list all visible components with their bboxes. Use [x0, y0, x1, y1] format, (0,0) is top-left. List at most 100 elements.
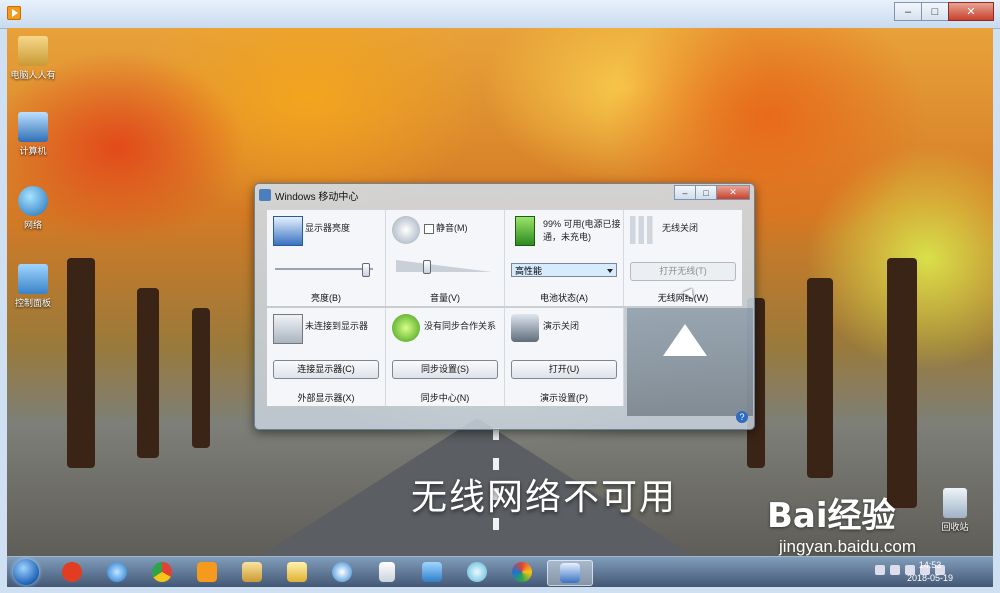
- mute-checkbox[interactable]: [424, 223, 434, 234]
- taskbar-app-jiang[interactable]: [57, 560, 87, 584]
- taskbar-app-projector[interactable]: [417, 560, 447, 584]
- taskbar-app-paint[interactable]: [327, 560, 357, 584]
- volume-slider-thumb[interactable]: [423, 260, 431, 274]
- taskbar-app-gear[interactable]: [462, 560, 492, 584]
- chrome-icon: [152, 562, 172, 582]
- dialog-titlebar: Windows 移动中心: [259, 186, 358, 204]
- presentation-footer[interactable]: 演示设置(P): [505, 391, 623, 404]
- battery-status: 99% 可用(电源已接通，未充电): [543, 219, 621, 242]
- battery-icon: [515, 216, 535, 246]
- taskbar-app-mobility-center[interactable]: [547, 560, 593, 586]
- taskbar-app-palette[interactable]: [507, 560, 537, 584]
- tile-volume: 静音(M) 音量(V): [386, 210, 505, 306]
- clock-date: 2018-05-19: [906, 573, 953, 583]
- tray-arrow-icon[interactable]: [875, 565, 885, 575]
- watermark-logo: Bai经验: [767, 496, 896, 536]
- minimize-button[interactable]: –: [894, 2, 922, 21]
- desktop-icon-label: 网络: [23, 220, 42, 230]
- wireless-status: 无线关闭: [662, 223, 699, 233]
- maximize-button[interactable]: □: [921, 2, 949, 21]
- taskbar-app-doc[interactable]: [372, 560, 402, 584]
- dialog-maximize-button[interactable]: □: [695, 185, 717, 200]
- computer-icon: [18, 112, 48, 142]
- folder-icon: [287, 562, 307, 582]
- tile-sync: 没有同步合作关系 同步设置(S) 同步中心(N): [386, 308, 505, 406]
- mute-label: 静音(M): [436, 223, 468, 233]
- sync-settings-button[interactable]: 同步设置(S): [392, 360, 498, 379]
- tray-network-icon[interactable]: [890, 565, 900, 575]
- media-player-icon: [197, 562, 217, 582]
- tree-trunk: [887, 258, 917, 508]
- wireless-signal-icon: [630, 216, 658, 244]
- projector-icon: [511, 314, 539, 342]
- volume-slider[interactable]: [396, 260, 492, 274]
- brightness-footer[interactable]: 亮度(B): [267, 291, 385, 304]
- explorer-icon: [242, 562, 262, 582]
- mobility-center-icon: [560, 563, 580, 583]
- power-plan-value: 高性能: [515, 266, 543, 276]
- mute-control[interactable]: 静音(M): [424, 222, 502, 235]
- empty-tile: [627, 308, 753, 416]
- tree-trunk: [192, 308, 210, 448]
- tree-trunk: [807, 278, 833, 478]
- speaker-icon: [392, 216, 420, 244]
- close-button[interactable]: ✕: [948, 2, 994, 21]
- brightness-slider[interactable]: [275, 263, 373, 277]
- desktop-icon-network[interactable]: 网络: [7, 186, 63, 231]
- volume-footer[interactable]: 音量(V): [386, 291, 504, 304]
- turn-on-wireless-button[interactable]: 打开无线(T): [630, 262, 736, 281]
- palette-icon: [512, 562, 532, 582]
- mobility-center-dialog: Windows 移动中心 – □ ✕ 显示器亮度 亮度(B) 静音(M) 音量(…: [254, 183, 755, 430]
- window-controls: – □ ✕: [894, 2, 994, 21]
- control-panel-icon: [18, 264, 48, 294]
- desktop-icon-control-panel[interactable]: 控制面板: [7, 264, 63, 309]
- mobility-center-icon: [259, 189, 271, 201]
- chevron-down-icon: [607, 269, 613, 273]
- tile-external-display: 未连接到显示器 连接显示器(C) 外部显示器(X): [267, 308, 386, 406]
- taskbar-app-chrome[interactable]: [147, 560, 177, 584]
- desktop-icon-recycle-bin[interactable]: 回收站: [925, 488, 985, 533]
- taskbar-clock[interactable]: 14:53 2018-05-19: [907, 559, 953, 585]
- sync-footer[interactable]: 同步中心(N): [386, 391, 504, 404]
- brightness-label: 显示器亮度: [305, 223, 351, 233]
- dialog-minimize-button[interactable]: –: [674, 185, 696, 200]
- desktop-icon-user[interactable]: 电脑人人有: [7, 36, 63, 81]
- watermark-url: jingyan.baidu.com: [779, 537, 917, 556]
- taskbar-app-ie[interactable]: [102, 560, 132, 584]
- monitor-icon: [273, 314, 303, 344]
- player-app-icon[interactable]: [7, 6, 21, 20]
- desktop-icon-label: 控制面板: [14, 298, 51, 308]
- baidu-watermark: Bai经验 jingyan.baidu.com: [767, 488, 916, 556]
- folder-icon: [18, 36, 48, 66]
- dialog-title: Windows 移动中心: [275, 191, 359, 203]
- help-icon[interactable]: ?: [736, 411, 748, 423]
- projector-icon: [422, 562, 442, 582]
- external-display-footer[interactable]: 外部显示器(X): [267, 391, 385, 404]
- taskbar-app-media[interactable]: [192, 560, 222, 584]
- ie-icon: [107, 562, 127, 582]
- desktop-icon-label: 电脑人人有: [10, 70, 56, 80]
- taskbar-app-folder[interactable]: [282, 560, 312, 584]
- tile-brightness: 显示器亮度 亮度(B): [267, 210, 386, 306]
- gear-icon: [467, 562, 487, 582]
- desktop-icon-computer[interactable]: 计算机: [7, 112, 63, 157]
- dialog-close-button[interactable]: ✕: [716, 185, 750, 200]
- brightness-icon: [273, 216, 303, 246]
- window-titlebar: – □ ✕: [0, 0, 1000, 29]
- tree-trunk: [137, 288, 159, 458]
- connect-display-button[interactable]: 连接显示器(C): [273, 360, 379, 379]
- sync-icon: [392, 314, 420, 342]
- network-icon: [18, 186, 48, 216]
- video-caption: 无线网络不可用: [411, 477, 678, 518]
- battery-footer[interactable]: 电池状态(A): [505, 291, 623, 304]
- tile-presentation: 演示关闭 打开(U) 演示设置(P): [505, 308, 624, 406]
- start-button[interactable]: [13, 559, 39, 585]
- power-plan-select[interactable]: 高性能: [511, 263, 617, 277]
- presentation-status: 演示关闭: [543, 321, 580, 331]
- sync-status: 没有同步合作关系: [424, 321, 497, 331]
- document-icon: [379, 562, 395, 582]
- presentation-on-button[interactable]: 打开(U): [511, 360, 617, 379]
- brightness-slider-thumb[interactable]: [362, 263, 371, 277]
- taskbar-app-explorer[interactable]: [237, 560, 267, 584]
- taskbar: 14:53 2018-05-19: [7, 556, 993, 587]
